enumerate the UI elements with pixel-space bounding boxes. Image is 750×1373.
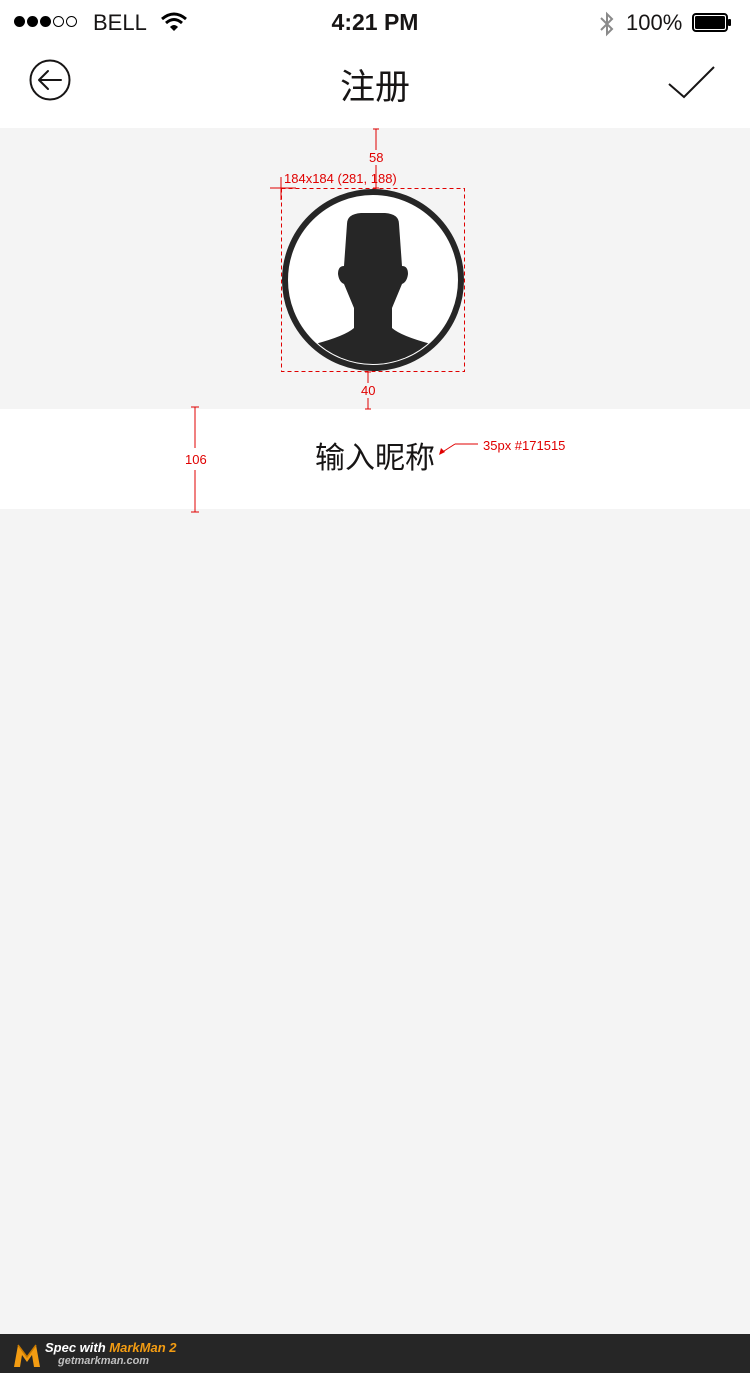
markman-footer: Spec with MarkMan 2 getmarkman.com xyxy=(0,1334,750,1373)
user-avatar-icon[interactable] xyxy=(281,188,465,372)
checkmark-icon[interactable] xyxy=(666,64,716,100)
nickname-row xyxy=(0,409,750,509)
nickname-input[interactable] xyxy=(0,409,750,509)
battery-icon xyxy=(692,13,731,32)
spec-avatar-box: 184x184 (281, 188) xyxy=(284,171,397,186)
markman-logo-icon xyxy=(14,1344,40,1367)
navigation-bar: 注册 xyxy=(0,46,750,128)
page-title: 注册 xyxy=(339,68,410,107)
spec-font: 35px #171515 xyxy=(483,438,566,453)
footer-brand: Spec with MarkMan 2 xyxy=(45,1340,177,1355)
spec-row-height: 106 xyxy=(185,452,207,467)
spec-avatar-bottom-gap: 40 xyxy=(361,383,376,398)
battery-percentage: 100% xyxy=(626,10,683,35)
footer-url: getmarkman.com xyxy=(58,1355,150,1367)
bluetooth-icon xyxy=(600,11,614,37)
spec-avatar-top-gap: 58 xyxy=(369,150,384,165)
status-bar: BELL 4:21 PM 100% xyxy=(0,0,750,46)
